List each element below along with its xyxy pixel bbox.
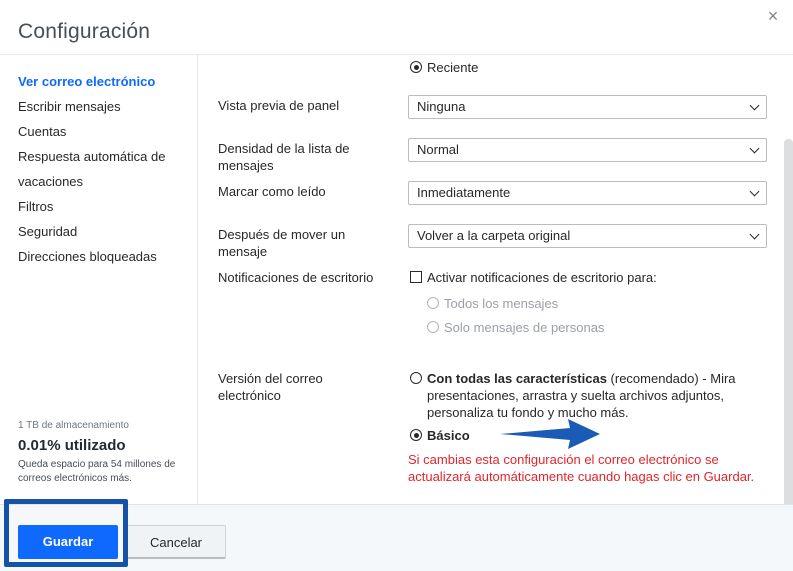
storage-used: 0.01% utilizado [18,437,126,454]
sidebar-item-vacation-response-cont[interactable]: vacaciones [18,173,165,198]
mark-read-select-value: Inmediatamente [417,185,511,200]
chevron-down-icon [749,229,760,240]
dialog-body: Ver correo electrónico Escribir mensajes… [0,54,793,559]
recent-option-label: Reciente [427,60,479,75]
storage-capacity: 1 TB de almacenamiento [18,420,129,431]
settings-dialog: Configuración × Ver correo electrónico E… [0,0,793,571]
pointer-arrow-icon [500,419,600,449]
sidebar-item-blocked-addresses[interactable]: Direcciones bloqueadas [18,248,165,273]
sidebar-item-view-email[interactable]: Ver correo electrónico [18,73,165,98]
chevron-down-icon [749,186,760,197]
version-basic-radio[interactable] [410,429,422,441]
settings-content: Reciente Vista previa de panel Ninguna D… [198,55,784,505]
version-full-option: Con todas las características (recomenda… [427,370,772,421]
notif-all-radio[interactable] [427,297,439,309]
recent-radio[interactable] [410,61,422,73]
after-move-select[interactable]: Volver a la carpeta original [408,224,767,248]
cancel-button[interactable]: Cancelar [126,525,226,559]
sidebar-item-accounts[interactable]: Cuentas [18,123,165,148]
mark-read-label: Marcar como leído [218,184,326,199]
after-move-label: Después de mover un mensaje [218,227,346,259]
version-full-radio[interactable] [410,372,422,384]
sidebar-item-security[interactable]: Seguridad [18,223,165,248]
preview-select-value: Ninguna [417,99,466,114]
storage-info: 1 TB de almacenamiento 0.01% utilizado Q… [18,420,193,486]
notifications-checkbox[interactable] [410,271,422,283]
notif-people-radio[interactable] [427,321,439,333]
density-select-value: Normal [417,142,459,157]
sidebar-item-vacation-response[interactable]: Respuesta automática de [18,148,165,173]
dialog-title: Configuración [18,20,151,43]
warning-message: Si cambias esta configuración el correo … [408,452,755,484]
notifications-label: Notificaciones de escritorio [218,270,374,285]
notifications-checkbox-label: Activar notificaciones de escritorio par… [427,270,657,285]
sidebar-item-filters[interactable]: Filtros [18,198,165,223]
version-full-title: Con todas las características [427,371,607,386]
chevron-down-icon [749,100,760,111]
chevron-down-icon [749,143,760,154]
save-highlight-box [4,499,128,567]
sidebar-item-compose[interactable]: Escribir mensajes [18,98,165,123]
version-label: Versión del correo electrónico [218,371,323,403]
density-label: Densidad de la lista de mensajes [218,141,350,173]
notif-people-label: Solo mensajes de personas [444,320,605,335]
density-select[interactable]: Normal [408,138,767,162]
settings-nav: Ver correo electrónico Escribir mensajes… [18,73,165,273]
close-icon[interactable]: × [763,6,783,26]
content-scrollbar[interactable] [784,139,793,559]
preview-label: Vista previa de panel [218,98,340,113]
notif-all-label: Todos los mensajes [444,296,559,311]
settings-sidebar: Ver correo electrónico Escribir mensajes… [0,55,198,505]
after-move-select-value: Volver a la carpeta original [417,228,571,243]
storage-remaining: Queda espacio para 54 millones de correo… [18,459,176,484]
version-basic-label: Básico [427,428,470,443]
mark-read-select[interactable]: Inmediatamente [408,181,767,205]
preview-select[interactable]: Ninguna [408,95,767,119]
